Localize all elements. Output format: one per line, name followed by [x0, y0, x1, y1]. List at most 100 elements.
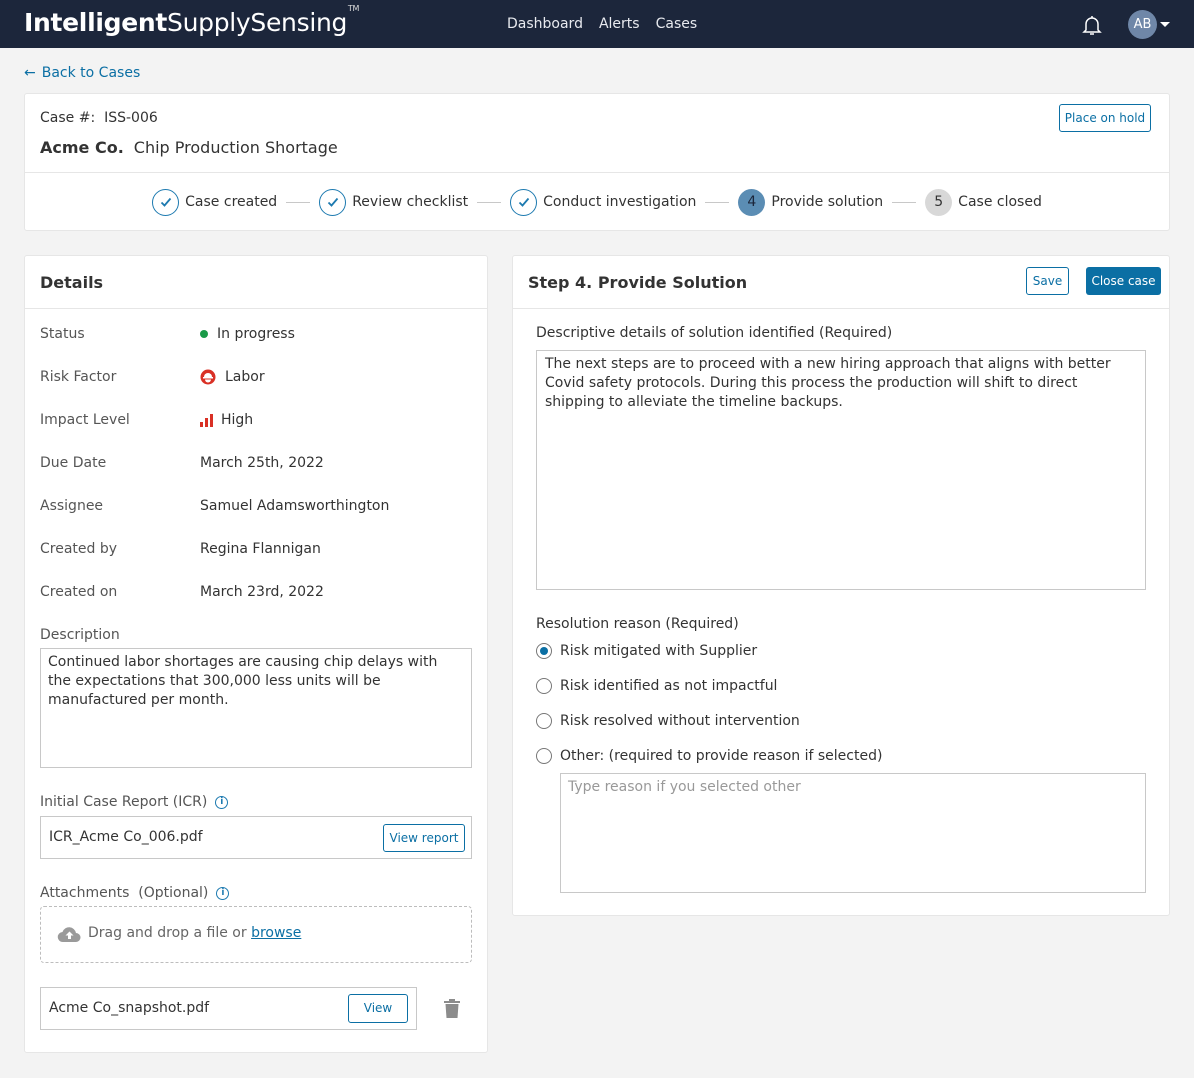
step-review-checklist: Review checklist — [319, 188, 469, 216]
radio-resolved-without-intervention[interactable]: Risk resolved without intervention — [536, 713, 800, 729]
radio-icon[interactable] — [536, 748, 552, 764]
place-on-hold-button[interactable]: Place on hold — [1059, 104, 1151, 132]
check-icon — [152, 188, 180, 216]
case-number-label: Case #: — [40, 110, 96, 126]
icr-file-field: ICR_Acme Co_006.pdf View report — [40, 816, 472, 859]
step-label: Case created — [185, 194, 278, 210]
step-connector — [286, 201, 311, 203]
browse-link[interactable]: browse — [251, 925, 301, 941]
status-dot-icon — [200, 330, 208, 338]
case-title-text: Chip Production Shortage — [133, 138, 338, 157]
bell-icon[interactable] — [1080, 13, 1104, 37]
icr-label: Initial Case Report (ICR) i — [40, 794, 229, 810]
check-icon — [510, 188, 538, 216]
case-title: Acme Co. Chip Production Shortage — [40, 138, 338, 157]
trash-icon[interactable] — [444, 999, 460, 1018]
impact-level-text: High — [221, 412, 254, 428]
radio-label: Risk identified as not impactful — [560, 678, 778, 694]
description-textarea[interactable]: Continued labor shortages are causing ch… — [40, 648, 472, 768]
chevron-down-icon[interactable] — [1160, 22, 1170, 27]
back-to-cases-link[interactable]: ← Back to Cases — [24, 65, 140, 81]
case-company: Acme Co. — [40, 138, 124, 157]
trademark: TM — [347, 4, 360, 13]
view-report-button[interactable]: View report — [383, 824, 465, 852]
divider — [25, 172, 1169, 173]
back-link-label: Back to Cases — [41, 65, 141, 81]
save-button[interactable]: Save — [1026, 267, 1069, 295]
step-label: Review checklist — [352, 194, 469, 210]
nav-cases[interactable]: Cases — [656, 16, 698, 32]
case-progress-stepper: Case created Review checklist Conduct in… — [25, 187, 1169, 217]
nav-dashboard[interactable]: Dashboard — [507, 16, 583, 32]
status-text: In progress — [217, 326, 295, 342]
attachment-file-name: Acme Co_snapshot.pdf — [49, 1000, 210, 1016]
step-label: Case closed — [958, 194, 1042, 210]
detail-label: Status — [40, 326, 85, 342]
detail-value: Labor — [200, 369, 265, 385]
app-logo[interactable]: IntelligentSupplySensing TM — [24, 4, 359, 37]
detail-label: Risk Factor — [40, 369, 117, 385]
step-case-closed: 5 Case closed — [925, 188, 1042, 216]
step-label: Conduct investigation — [543, 194, 697, 210]
radio-not-impactful[interactable]: Risk identified as not impactful — [536, 678, 777, 694]
detail-label: Assignee — [40, 498, 104, 514]
detail-value: March 23rd, 2022 — [200, 584, 324, 600]
step-provide-solution: 4 Provide solution — [738, 188, 884, 216]
radio-label: Other: (required to provide reason if se… — [560, 748, 883, 764]
step-conduct-investigation: Conduct investigation — [510, 188, 697, 216]
solution-details-textarea[interactable]: The next steps are to proceed with a new… — [536, 350, 1146, 590]
step-connector — [477, 201, 502, 203]
info-icon[interactable]: i — [216, 886, 230, 900]
detail-value: High — [200, 412, 253, 428]
user-avatar[interactable]: AB — [1128, 10, 1157, 39]
description-label: Description — [40, 627, 120, 643]
case-number: Case #: ISS-006 — [40, 110, 158, 126]
detail-value: In progress — [200, 326, 295, 342]
details-title: Details — [40, 273, 104, 292]
detail-label: Due Date — [40, 455, 107, 471]
description-label-text: Description — [40, 627, 120, 643]
provide-solution-card: Step 4. Provide Solution Save Close case… — [512, 255, 1170, 916]
divider — [513, 308, 1169, 309]
step-label: Provide solution — [771, 194, 884, 210]
file-drop-zone[interactable]: Drag and drop a file or browse — [40, 906, 472, 963]
info-icon[interactable]: i — [215, 795, 229, 809]
icr-file-name: ICR_Acme Co_006.pdf — [49, 829, 203, 845]
impact-bars-icon — [200, 413, 213, 427]
risk-factor-text: Labor — [225, 369, 265, 385]
solution-details-label: Descriptive details of solution identifi… — [536, 325, 893, 341]
case-number-value: ISS-006 — [104, 110, 158, 126]
radio-other[interactable]: Other: (required to provide reason if se… — [536, 748, 882, 764]
radio-label: Risk mitigated with Supplier — [560, 643, 758, 659]
detail-label: Created by — [40, 541, 118, 557]
detail-label: Created on — [40, 584, 118, 600]
detail-value: Regina Flannigan — [200, 541, 321, 557]
other-reason-textarea[interactable]: Type reason if you selected other — [560, 773, 1146, 893]
solution-title: Step 4. Provide Solution — [528, 273, 748, 292]
radio-icon[interactable] — [536, 678, 552, 694]
drop-instructions: Drag and drop a file or — [88, 925, 252, 941]
cloud-upload-icon — [57, 927, 81, 943]
radio-icon[interactable] — [536, 713, 552, 729]
details-card: Details Status In progress Risk Factor L… — [24, 255, 488, 1053]
radio-risk-mitigated[interactable]: Risk mitigated with Supplier — [536, 643, 757, 659]
nav-alerts[interactable]: Alerts — [599, 16, 640, 32]
attachments-label: Attachments (Optional) i — [40, 885, 230, 901]
attachments-label-text: Attachments (Optional) — [40, 885, 209, 901]
resolution-reason-label: Resolution reason (Required) — [536, 616, 739, 632]
step-case-created: Case created — [152, 188, 278, 216]
attachment-file-field: Acme Co_snapshot.pdf View — [40, 987, 417, 1030]
case-header-card: Case #: ISS-006 Acme Co. Chip Production … — [24, 93, 1170, 231]
detail-value: Samuel Adamsworthington — [200, 498, 390, 514]
detail-label: Impact Level — [40, 412, 130, 428]
brand-bold: Intelligent — [24, 8, 168, 37]
main-nav: Dashboard Alerts Cases — [507, 16, 697, 32]
step-number: 4 — [738, 188, 766, 216]
view-attachment-button[interactable]: View — [348, 994, 408, 1023]
check-icon — [319, 188, 347, 216]
detail-value: March 25th, 2022 — [200, 455, 324, 471]
radio-selected-icon[interactable] — [536, 643, 552, 659]
icr-label-text: Initial Case Report (ICR) — [40, 794, 208, 810]
close-case-button[interactable]: Close case — [1086, 267, 1161, 295]
radio-label: Risk resolved without intervention — [560, 713, 800, 729]
